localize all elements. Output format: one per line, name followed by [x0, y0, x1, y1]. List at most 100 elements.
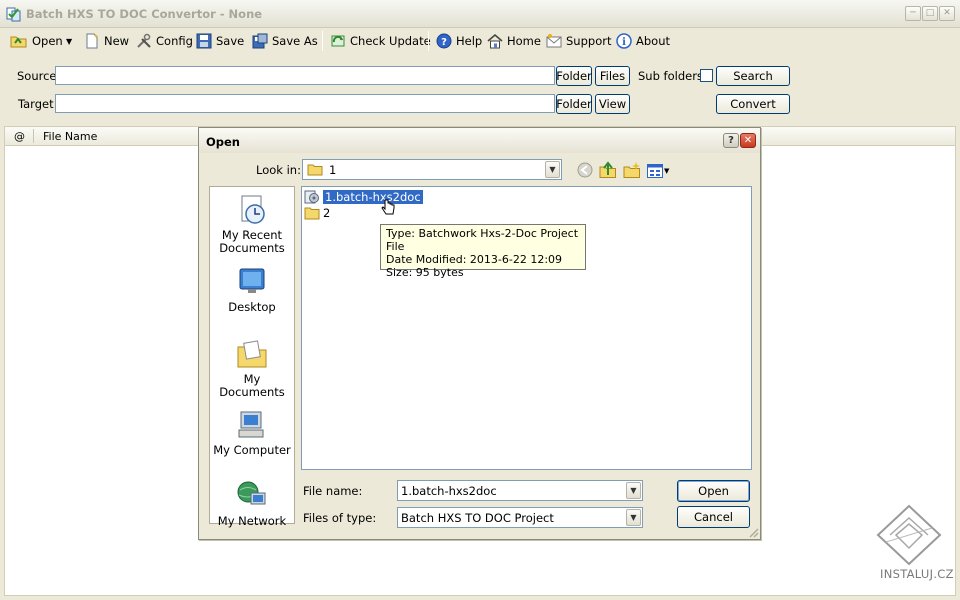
dialog-cancel-button[interactable]: Cancel — [677, 506, 750, 528]
place-desktop[interactable]: Desktop — [210, 265, 294, 314]
chevron-down-icon[interactable]: ▼ — [545, 161, 560, 178]
desktop-icon — [239, 268, 265, 293]
support-label: Support — [566, 34, 612, 48]
my-computer-icon — [238, 411, 264, 438]
folder-icon — [307, 164, 323, 176]
file-name: 2 — [323, 206, 331, 220]
file-item[interactable]: 1.batch-hxs2doc — [304, 190, 423, 204]
target-folder-button[interactable]: Folder — [556, 94, 592, 114]
new-label: New — [104, 34, 130, 48]
place-my-network[interactable]: My Network — [210, 479, 294, 528]
search-button[interactable]: Search — [716, 66, 790, 86]
home-icon — [487, 33, 503, 49]
source-label: Source — [17, 69, 57, 83]
views-icon — [647, 163, 663, 178]
folder-icon — [304, 207, 320, 220]
project-file-icon — [304, 190, 319, 204]
up-one-level-icon[interactable] — [599, 161, 617, 179]
convert-button[interactable]: Convert — [716, 94, 790, 114]
support-icon — [546, 34, 562, 48]
tools-icon — [137, 33, 151, 48]
my-documents-icon — [237, 340, 267, 368]
place-my-recent-documents[interactable]: My Recent Documents — [210, 193, 294, 255]
back-icon[interactable] — [577, 162, 593, 178]
place-my-computer[interactable]: My Computer — [210, 408, 294, 457]
files-of-type-combo[interactable]: Batch HXS TO DOC Project ▼ — [397, 507, 643, 528]
subfolders-label: Sub folders — [638, 69, 703, 83]
new-folder-icon[interactable] — [623, 161, 641, 179]
chevron-down-icon[interactable]: ▼ — [626, 482, 641, 499]
floppy-disk-icon — [196, 33, 212, 49]
open-dropdown-arrow[interactable]: ▼ — [66, 31, 78, 51]
home-label: Home — [507, 34, 541, 48]
source-input[interactable] — [55, 66, 555, 85]
chevron-down-icon: ▼ — [664, 166, 670, 175]
place-my-documents[interactable]: My Documents — [210, 337, 294, 399]
look-in-combo[interactable]: 1 ▼ — [302, 159, 562, 180]
about-label: About — [636, 34, 671, 48]
close-button[interactable]: ✕ — [939, 6, 955, 21]
help-button[interactable]: ? Help — [436, 31, 482, 51]
source-folder-button[interactable]: Folder — [556, 66, 592, 86]
tooltip-type: Type: Batchwork Hxs-2-Doc Project File — [386, 227, 579, 253]
subfolders-checkbox[interactable] — [700, 69, 713, 82]
dialog-help-button[interactable]: ? — [723, 133, 739, 148]
dialog-title: Open — [206, 135, 240, 149]
config-label: Config — [156, 34, 193, 48]
file-item[interactable]: 2 — [304, 206, 330, 220]
path-panel: Source Folder Files Sub folders Search T… — [4, 56, 956, 124]
svg-text:?: ? — [441, 37, 447, 48]
tooltip-size: Size: 95 bytes — [386, 266, 464, 279]
open-dialog: Open ? ✕ Look in: 1 ▼ ▼ My Recent Docume… — [198, 127, 761, 540]
file-name-combo[interactable]: 1.batch-hxs2doc ▼ — [397, 480, 643, 501]
open-folder-icon — [10, 36, 27, 48]
save-button[interactable]: Save — [196, 31, 244, 51]
dialog-title-bar: Open ? ✕ — [199, 128, 760, 153]
save-as-icon — [252, 33, 268, 49]
title-bar: Batch HXS TO DOC Convertor - None ─ □ ✕ — [0, 0, 960, 28]
minimize-button[interactable]: ─ — [905, 6, 921, 21]
home-button[interactable]: Home — [487, 31, 541, 51]
toolbar: Open ▼ New Config Save Save As Check Upd… — [0, 28, 960, 54]
save-as-button[interactable]: Save As — [252, 31, 318, 51]
look-in-label: Look in: — [256, 163, 301, 177]
files-of-type-label: Files of type: — [303, 511, 377, 525]
dialog-open-button[interactable]: Open — [677, 480, 750, 502]
maximize-button[interactable]: □ — [922, 6, 938, 21]
svg-text:i: i — [622, 37, 626, 48]
files-of-type-value: Batch HXS TO DOC Project — [401, 511, 554, 525]
support-button[interactable]: Support — [546, 31, 611, 51]
column-header-file-name[interactable]: File Name — [43, 130, 97, 143]
window-title: Batch HXS TO DOC Convertor - None — [26, 7, 263, 21]
chevron-down-icon[interactable]: ▼ — [626, 509, 641, 526]
target-view-button[interactable]: View — [595, 94, 630, 114]
check-update-label: Check Update — [350, 34, 431, 48]
config-button[interactable]: Config — [136, 31, 193, 51]
dialog-close-button[interactable]: ✕ — [740, 133, 756, 148]
target-input[interactable] — [55, 94, 555, 113]
new-document-icon — [86, 33, 98, 49]
help-icon: ? — [436, 33, 452, 49]
file-name-value: 1.batch-hxs2doc — [401, 484, 497, 498]
update-icon — [331, 35, 345, 47]
source-files-button[interactable]: Files — [595, 66, 630, 86]
open-label: Open — [32, 34, 63, 48]
place-label: My Computer — [213, 443, 291, 457]
look-in-value: 1 — [329, 163, 337, 177]
column-header-at[interactable]: @ — [14, 130, 25, 143]
places-bar: My Recent Documents Desktop My Documents — [209, 186, 295, 528]
file-name: 1.batch-hxs2doc — [323, 190, 423, 204]
place-label: My Recent Documents — [219, 228, 285, 255]
open-button[interactable]: Open — [10, 31, 63, 51]
about-button[interactable]: i About — [616, 31, 670, 51]
view-menu-button[interactable]: ▼ — [647, 162, 671, 179]
resize-grip-icon[interactable] — [747, 526, 759, 538]
place-label: My Network — [217, 514, 287, 528]
toolbar-separator — [322, 31, 323, 51]
my-network-icon — [237, 481, 266, 505]
place-label: My Documents — [219, 372, 285, 399]
place-label: Desktop — [228, 300, 276, 314]
check-update-button[interactable]: Check Update — [330, 31, 431, 51]
chevron-down-icon: ▼ — [66, 36, 73, 46]
new-button[interactable]: New — [84, 31, 129, 51]
